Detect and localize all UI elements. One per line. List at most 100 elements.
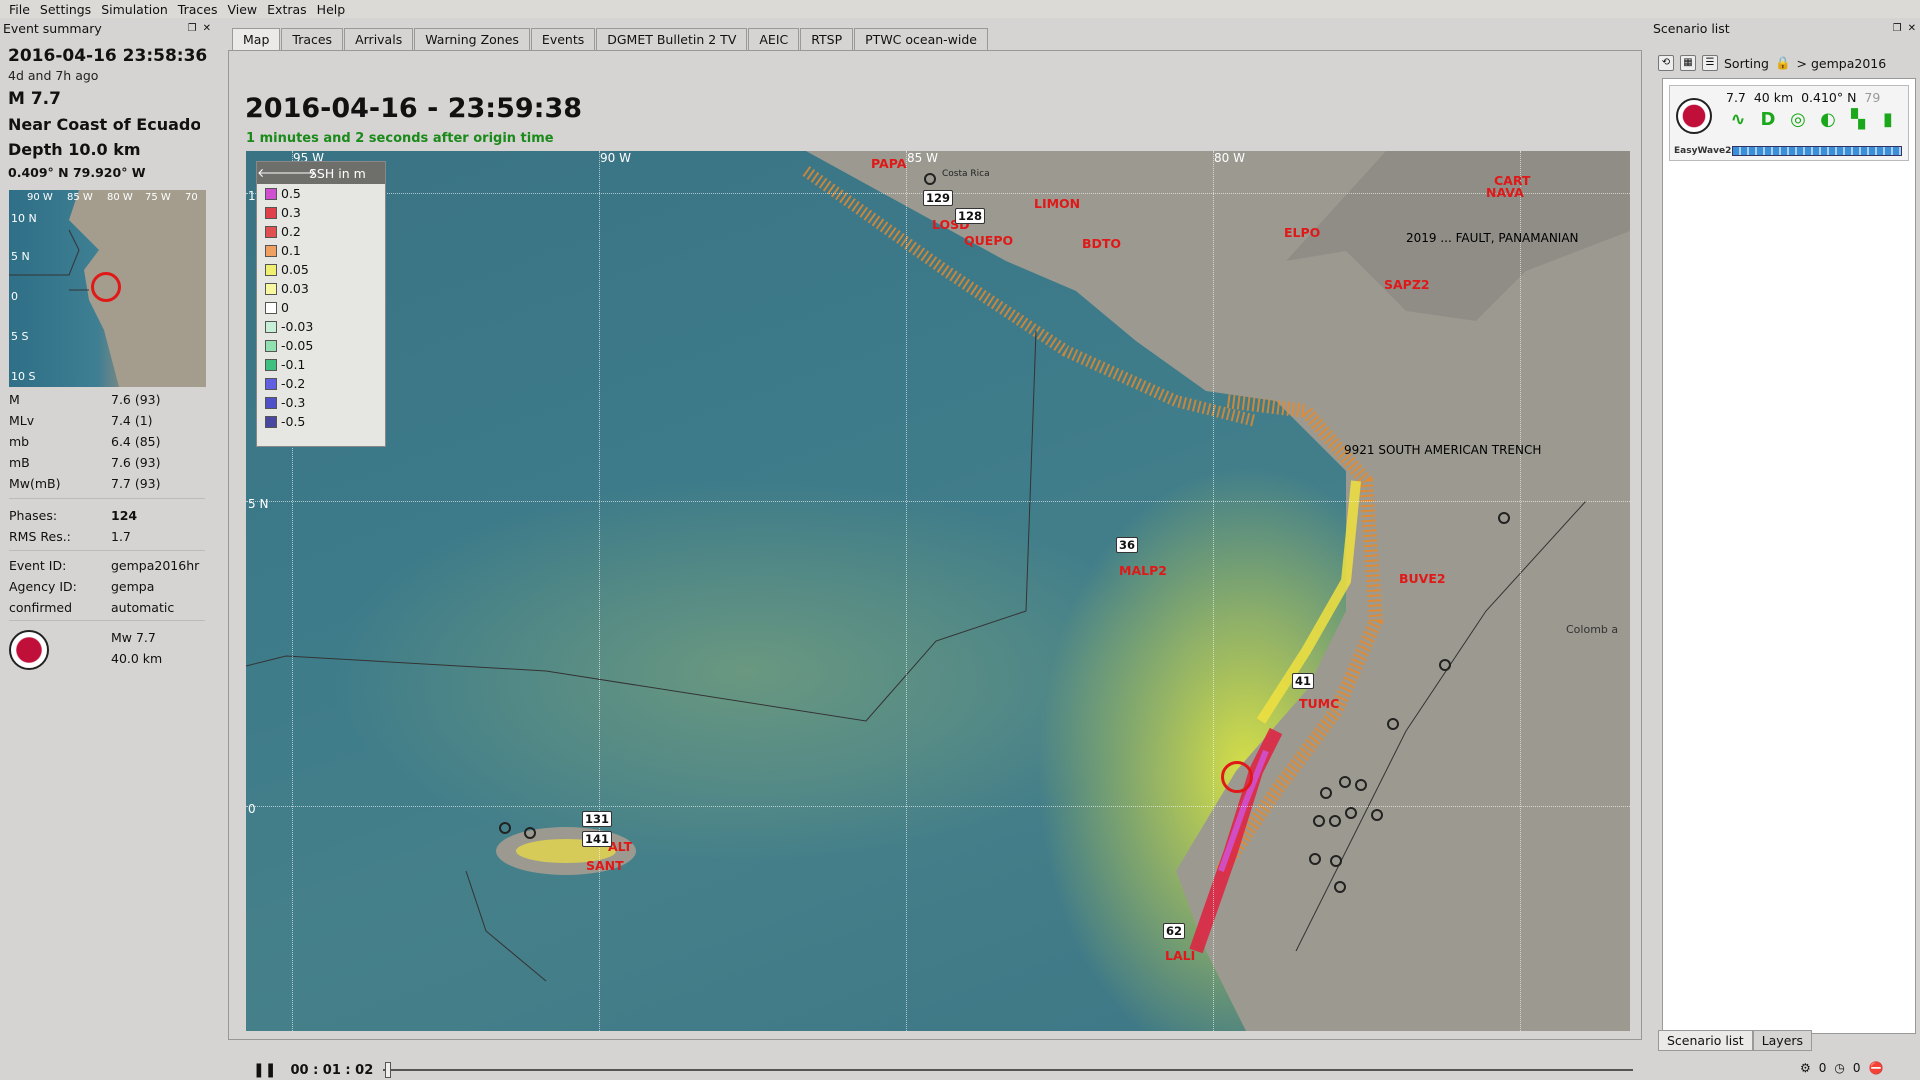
volcano-marker	[924, 173, 936, 185]
legend-swatch	[265, 187, 277, 200]
station-label[interactable]: BDTO	[1082, 236, 1121, 251]
station-label[interactable]: PAPA	[871, 156, 906, 171]
agency-label: Agency ID:	[9, 579, 77, 594]
refresh-icon[interactable]: ⟲	[1658, 55, 1674, 71]
menu-extras[interactable]: Extras	[262, 2, 312, 17]
grid-line	[1520, 151, 1521, 1031]
pause-icon[interactable]: ❚❚	[253, 1062, 276, 1078]
float-icon[interactable]: ❐	[188, 23, 197, 34]
slider-handle[interactable]	[385, 1062, 392, 1078]
rms-row: RMS Res.: 1.7	[9, 529, 209, 544]
menu-bar: File Settings Simulation Traces View Ext…	[0, 0, 1920, 18]
list-view-icon[interactable]: ☰	[1702, 55, 1718, 71]
minimap-lat-label: 5 S	[11, 330, 29, 343]
tab-warning-zones[interactable]: Warning Zones	[414, 28, 530, 50]
menu-traces[interactable]: Traces	[173, 2, 223, 17]
event-magnitude: M 7.7	[8, 89, 61, 109]
menu-settings[interactable]: Settings	[35, 2, 96, 17]
close-icon[interactable]: ✕	[203, 23, 211, 34]
menu-file[interactable]: File	[4, 2, 35, 17]
legend-label: -0.03	[281, 319, 314, 334]
tab-rtsp[interactable]: RTSP	[800, 28, 854, 50]
magnitude-row: mb 6.4 (85)	[9, 434, 209, 449]
mag-type: Mw(mB)	[9, 476, 61, 491]
station-label[interactable]: QUEPO	[964, 233, 1013, 248]
menu-view[interactable]: View	[222, 2, 262, 17]
volcano-marker	[524, 827, 536, 839]
event-id-row: Event ID: gempa2016hr	[9, 558, 209, 573]
arrival-badge: 128	[955, 208, 986, 224]
tab-traces[interactable]: Traces	[281, 28, 344, 50]
scenario-toolbar: ⟲ ▦ ☰ Sorting 🔒 > gempa2016	[1658, 52, 1912, 74]
status-count-a: 0	[1818, 1061, 1827, 1075]
mag-type: mb	[9, 434, 30, 449]
event-coords: 0.409° N 79.920° W	[8, 165, 146, 180]
tsunami-map[interactable]: 95 W 90 W 85 W 80 W 10 N 5 N 0 🡐 🡒 SSH i…	[246, 151, 1630, 1031]
status-bar: ⚙ 0 ◷ 0 ⛔	[1800, 1058, 1920, 1078]
grid-line	[599, 151, 600, 1031]
tab-aeic[interactable]: AEIC	[748, 28, 800, 50]
volcano-marker	[1498, 512, 1510, 524]
legend-swatch	[265, 206, 277, 219]
volcano-marker	[499, 822, 511, 834]
ssh-legend: 🡐 🡒 SSH in m 0.5 0.3 0.2 0.1 0.05 0.03 0 -0.03 -…	[256, 161, 386, 447]
station-label[interactable]: ELPO	[1284, 225, 1320, 240]
tab-arrivals[interactable]: Arrivals	[344, 28, 414, 50]
tab-map[interactable]: Map	[232, 28, 281, 50]
lat-label: 5 N	[248, 497, 269, 511]
minimap-lon-label: 85 W	[67, 192, 93, 203]
scenario-list: 7.7 40 km 0.410° N 79 ∿ D ◎ ◐ ▚ ▮ EasyWa…	[1662, 78, 1916, 1034]
scenario-lat: 0.410° N	[1801, 90, 1857, 105]
station-label[interactable]: TUMC	[1299, 696, 1339, 711]
lon-label: 90 W	[600, 151, 631, 165]
lock-icon[interactable]: 🔒	[1775, 55, 1791, 71]
scenario-item[interactable]: 7.7 40 km 0.410° N 79 ∿ D ◎ ◐ ▚ ▮ EasyWa…	[1669, 85, 1909, 161]
tab-layers[interactable]: Layers	[1752, 1030, 1813, 1051]
grid-line	[246, 806, 1630, 807]
agency-value: gempa	[111, 579, 155, 594]
station-label[interactable]: LALI	[1165, 948, 1195, 963]
legend-label: -0.5	[281, 414, 306, 429]
grid-view-icon[interactable]: ▦	[1680, 55, 1696, 71]
overview-minimap[interactable]: 90 W 85 W 80 W 75 W 70 10 N 5 N 0 5 S 10…	[9, 190, 206, 387]
mag-type: M	[9, 392, 20, 407]
menu-help[interactable]: Help	[312, 2, 351, 17]
minimap-lat-label: 0	[11, 290, 18, 303]
epicenter-marker[interactable]	[1221, 761, 1253, 793]
arrow-left-icon[interactable]: 🡐	[257, 165, 291, 181]
stop-icon[interactable]: ⛔	[1869, 1061, 1884, 1075]
station-label[interactable]: BUVE2	[1399, 571, 1446, 586]
event-time: 2016-04-16 23:58:36	[8, 46, 208, 66]
tab-scenario-list[interactable]: Scenario list	[1658, 1030, 1753, 1051]
tab-dgmet-bulletin[interactable]: DGMET Bulletin 2 TV	[596, 28, 748, 50]
station-label[interactable]: SANT	[586, 858, 624, 873]
legend-label: 0.1	[281, 243, 301, 258]
volcano-marker	[1309, 853, 1321, 865]
arrow-right-icon[interactable]: 🡒	[283, 165, 317, 181]
mag-value: 6.4 (85)	[111, 434, 161, 449]
station-label[interactable]: SAPZ2	[1384, 277, 1430, 292]
country-label: Colomb a	[1566, 623, 1619, 636]
status-count-b: 0	[1852, 1061, 1861, 1075]
arrival-badge: 129	[923, 190, 954, 206]
legend-row: 0.1	[257, 241, 385, 260]
event-id-label: Event ID:	[9, 558, 67, 573]
menu-simulation[interactable]: Simulation	[96, 2, 173, 17]
magnitude-row: mB 7.6 (93)	[9, 455, 209, 470]
legend-swatch	[265, 377, 277, 390]
station-label[interactable]: MALP2	[1119, 563, 1167, 578]
arrival-badge: 41	[1292, 673, 1315, 689]
event-summary-title: Event summary	[3, 20, 102, 36]
grid-line	[906, 151, 907, 1031]
float-icon[interactable]: ❐	[1893, 23, 1902, 34]
tab-ptwc-ocean-wide[interactable]: PTWC ocean-wide	[854, 28, 988, 50]
main-tabbar: Map Traces Arrivals Warning Zones Events…	[232, 28, 989, 50]
time-slider[interactable]	[383, 1062, 1633, 1078]
sorting-dropdown[interactable]: Sorting	[1724, 56, 1769, 71]
station-label[interactable]: NAVA	[1486, 185, 1524, 200]
tab-events[interactable]: Events	[530, 28, 596, 50]
gear-icon[interactable]: ⚙	[1800, 1061, 1811, 1075]
station-label[interactable]: LIMON	[1034, 196, 1080, 211]
d-status-icon: D	[1760, 109, 1776, 130]
close-icon[interactable]: ✕	[1908, 23, 1916, 34]
